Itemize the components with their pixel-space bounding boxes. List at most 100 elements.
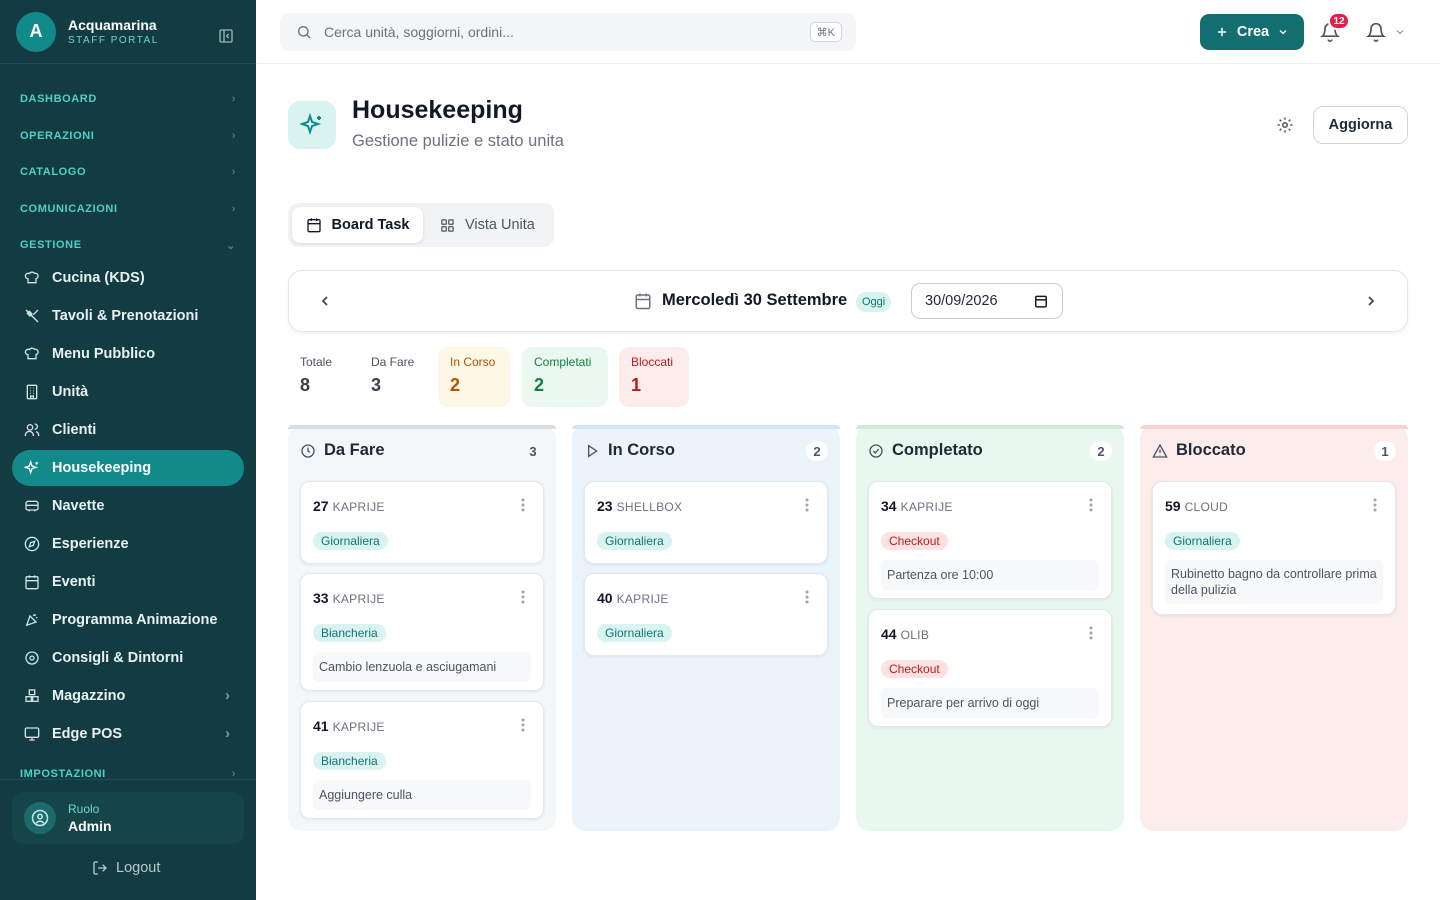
unit-number: 23 <box>597 498 613 514</box>
more-vertical-icon[interactable] <box>1089 626 1093 640</box>
check-circle-icon <box>868 443 884 459</box>
task-card[interactable]: 27 KAPRIJE Giornaliera <box>300 481 544 564</box>
unit-site: OLIB <box>900 628 930 642</box>
calendar-icon <box>24 574 40 590</box>
task-card[interactable]: 23 SHELLBOX Giornaliera <box>584 481 828 564</box>
stat-label: In Corso <box>450 355 496 369</box>
more-vertical-icon[interactable] <box>1089 498 1093 512</box>
task-card[interactable]: 40 KAPRIJE Giornaliera <box>584 573 828 656</box>
date-input[interactable]: 30/09/2026 <box>911 283 1063 319</box>
sidebar-item-consigli[interactable]: Consigli & Dintorni <box>12 640 244 676</box>
sidebar-item-label: Consigli & Dintorni <box>52 650 184 666</box>
chevron-right-icon[interactable] <box>1363 293 1379 309</box>
more-vertical-icon[interactable] <box>521 498 525 512</box>
section-catalogo[interactable]: CATALOGO › <box>20 163 236 181</box>
task-card[interactable]: 33 KAPRIJE Biancheria Cambio lenzuola e a… <box>300 573 544 691</box>
task-card[interactable]: 59 CLOUD Giornaliera Rubinetto bagno da c… <box>1152 481 1396 615</box>
stat-value: 2 <box>534 375 545 395</box>
more-vertical-icon[interactable] <box>805 498 809 512</box>
unit-number: 40 <box>597 590 613 606</box>
column-bloccato: Bloccato 1 59 CLOUD Giornaliera Rubinetto… <box>1140 425 1408 831</box>
today-badge: Oggi <box>856 292 892 312</box>
alert-triangle-icon <box>1152 443 1168 459</box>
logout-icon <box>92 860 108 876</box>
unit-site: CLOUD <box>1184 500 1229 514</box>
chevron-down-icon[interactable] <box>1394 26 1406 38</box>
task-type-badge: Checkout <box>881 660 948 678</box>
stat-label: Da Fare <box>371 355 415 369</box>
task-card[interactable]: 34 KAPRIJE Checkout Partenza ore 10:00 <box>868 481 1112 599</box>
column-title: Completato <box>892 441 983 459</box>
play-icon <box>584 443 600 459</box>
section-impostazioni[interactable]: IMPOSTAZIONI › <box>20 765 236 783</box>
boxes-icon <box>24 688 40 704</box>
stat-totale: Totale 8 <box>288 347 350 407</box>
sidebar-item-unita[interactable]: Unità <box>12 374 244 410</box>
alerts-bell-icon[interactable] <box>1366 22 1386 42</box>
sidebar-item-navette[interactable]: Navette <box>12 488 244 524</box>
plus-icon <box>1215 25 1229 39</box>
logout-button[interactable]: Logout <box>92 860 160 876</box>
sidebar-item-programma-animazione[interactable]: Programma Animazione <box>12 602 244 638</box>
column-count: 2 <box>1090 441 1112 461</box>
stat-label: Bloccati <box>631 355 674 369</box>
gear-icon[interactable] <box>1276 116 1294 134</box>
tab-vista-unita[interactable]: Vista Unita <box>440 207 535 243</box>
column-in-corso: In Corso 2 23 SHELLBOX Giornaliera 40 KAPR… <box>572 425 840 831</box>
map-pin-icon <box>24 650 40 666</box>
sidebar-item-eventi[interactable]: Eventi <box>12 564 244 600</box>
column-header: Bloccato <box>1152 441 1246 460</box>
search-input[interactable]: Cerca unità, soggiorni, ordini... ⌘K <box>280 13 856 51</box>
task-type-badge: Giornaliera <box>313 532 388 550</box>
section-operazioni[interactable]: OPERAZIONI › <box>20 127 236 145</box>
section-dashboard[interactable]: DASHBOARD › <box>20 90 236 108</box>
sidebar-item-edge-pos[interactable]: Edge POS › <box>12 716 244 752</box>
brand-name: Acquamarina <box>68 17 157 33</box>
sidebar-item-tavoli[interactable]: Tavoli & Prenotazioni <box>12 298 244 334</box>
task-card[interactable]: 41 KAPRIJE Biancheria Aggiungere culla <box>300 701 544 819</box>
task-note: Partenza ore 10:00 <box>881 560 1099 590</box>
sidebar-item-magazzino[interactable]: Magazzino › <box>12 678 244 714</box>
unit-number: 34 <box>881 498 897 514</box>
sidebar-item-clienti[interactable]: Clienti <box>12 412 244 448</box>
chevron-right-icon: › <box>231 93 236 105</box>
task-type-badge: Giornaliera <box>1165 532 1240 550</box>
sidebar-item-label: Unità <box>52 384 89 400</box>
calendar-icon <box>634 292 652 310</box>
task-type-badge: Giornaliera <box>597 624 672 642</box>
column-accent <box>572 425 840 429</box>
tab-label: Board Task <box>331 217 410 233</box>
unit-site: KAPRIJE <box>332 720 385 734</box>
chevron-right-icon: › <box>231 166 236 178</box>
sidebar-item-esperienze[interactable]: Esperienze <box>12 526 244 562</box>
section-label: GESTIONE <box>20 239 82 251</box>
sidebar-item-label: Magazzino <box>52 688 126 704</box>
chef-hat-icon <box>24 270 40 286</box>
sidebar-item-housekeeping[interactable]: Housekeeping <box>12 450 244 486</box>
chevron-left-icon[interactable] <box>317 293 333 309</box>
stat-value: 1 <box>631 375 642 395</box>
more-vertical-icon[interactable] <box>521 718 525 732</box>
section-comunicazioni[interactable]: COMUNICAZIONI › <box>20 200 236 218</box>
tab-board-task[interactable]: Board Task <box>292 207 423 243</box>
chevron-right-icon: › <box>231 130 236 142</box>
calendar-picker-icon[interactable] <box>1034 294 1048 308</box>
sidebar-collapse-icon[interactable] <box>218 28 234 44</box>
more-vertical-icon[interactable] <box>805 590 809 604</box>
task-card[interactable]: 44 OLIB Checkout Preparare per arrivo di … <box>868 609 1112 727</box>
section-gestione[interactable]: GESTIONE ⌄ <box>20 236 236 254</box>
sidebar-item-label: Esperienze <box>52 536 129 552</box>
more-vertical-icon[interactable] <box>521 590 525 604</box>
task-type-badge: Biancheria <box>313 752 386 770</box>
more-vertical-icon[interactable] <box>1373 498 1377 512</box>
chevron-down-icon <box>1277 26 1289 38</box>
utensils-icon <box>24 308 40 324</box>
create-button[interactable]: Crea <box>1200 14 1304 50</box>
refresh-button[interactable]: Aggiorna <box>1313 106 1408 144</box>
unit-number: 59 <box>1165 498 1181 514</box>
sidebar-item-menu-pubblico[interactable]: Menu Pubblico <box>12 336 244 372</box>
tab-label: Vista Unita <box>465 217 535 233</box>
sidebar-item-cucina[interactable]: Cucina (KDS) <box>12 260 244 296</box>
sidebar-item-label: Tavoli & Prenotazioni <box>52 308 199 324</box>
search-icon <box>296 24 312 40</box>
